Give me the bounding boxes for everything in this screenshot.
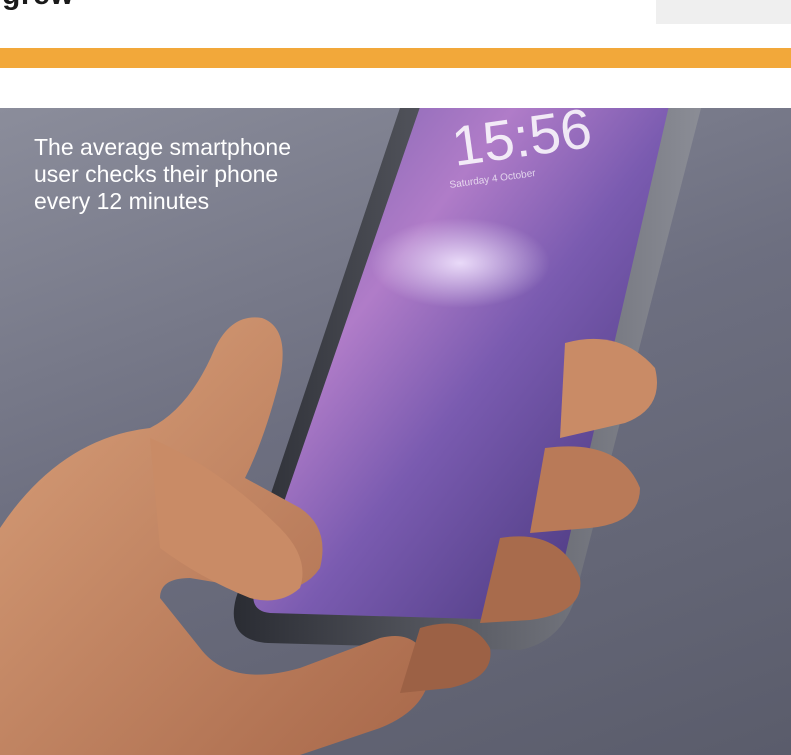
finger-1 <box>560 338 657 438</box>
top-right-panel <box>656 0 791 24</box>
finger-2 <box>530 446 640 533</box>
screen-glow <box>370 218 550 308</box>
accent-bar <box>0 48 791 68</box>
top-strip: grew <box>0 0 791 44</box>
caption-text: The average smartphone user checks their… <box>34 134 291 214</box>
heading-fragment: grew <box>2 0 74 12</box>
